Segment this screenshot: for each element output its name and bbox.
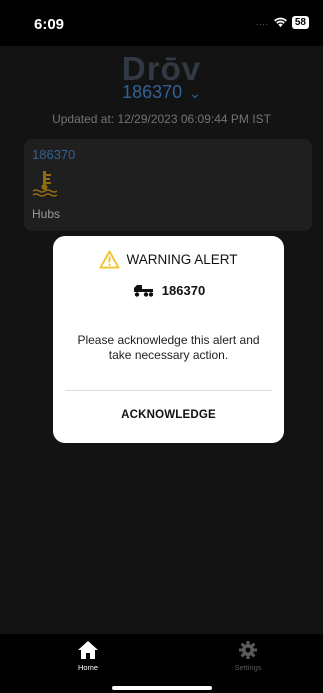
gear-icon [239, 641, 257, 659]
tab-home[interactable]: Home [58, 640, 118, 672]
tab-home-label: Home [77, 663, 98, 672]
dialog-vehicle-number: 186370 [161, 282, 206, 298]
dialog-header: WARNING ALERT [53, 250, 284, 269]
dialog-message: Please acknowledge this alert and take n… [77, 333, 260, 362]
tab-bar: Home Settings [0, 634, 323, 693]
cellular-signal: .... [255, 18, 269, 27]
dialog-divider [65, 390, 272, 391]
battery-indicator: 58 [291, 16, 309, 29]
tab-settings-label: Settings [234, 663, 262, 672]
truck-icon [133, 285, 153, 297]
dialog-title: WARNING ALERT [126, 252, 238, 267]
dialog-vehicle: 186370 [53, 282, 284, 298]
acknowledge-button[interactable]: ACKNOWLEDGE [53, 396, 284, 434]
status-bar: 6:09 .... 58 [0, 0, 323, 46]
status-time: 6:09 [34, 16, 65, 33]
tab-settings[interactable]: Settings [218, 640, 278, 672]
home-icon [78, 641, 98, 659]
home-indicator [112, 686, 212, 690]
status-indicators: .... 58 [256, 16, 309, 29]
warning-triangle-icon [100, 250, 120, 269]
warning-alert-dialog: WARNING ALERT 186370 Please acknowledge … [53, 236, 284, 443]
wifi-icon [273, 17, 287, 28]
app-screen: Drōv 186370 ⌄ Updated at: 12/29/2023 06:… [0, 46, 323, 634]
